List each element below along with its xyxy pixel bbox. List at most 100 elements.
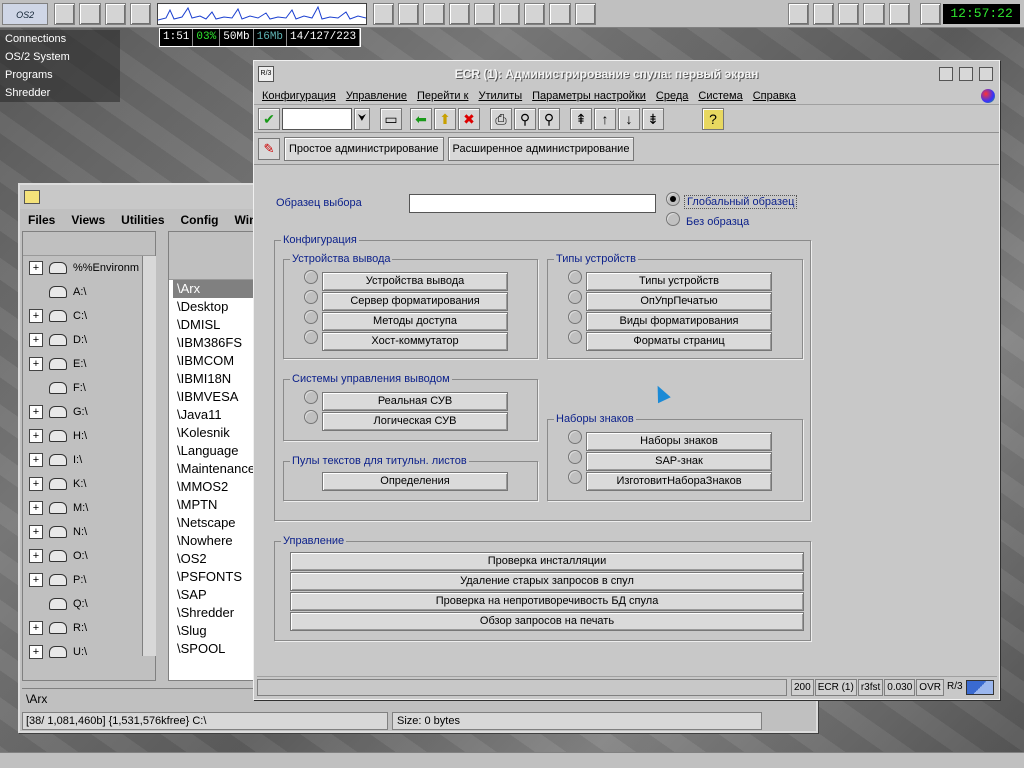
tree-row[interactable]: + C:\ xyxy=(23,304,155,328)
option-radio[interactable] xyxy=(568,310,582,324)
find-icon[interactable]: ⚲ xyxy=(514,107,536,130)
menu-help[interactable]: Справка xyxy=(753,90,796,102)
fm-menu-views[interactable]: Views xyxy=(71,213,105,227)
menu-settings[interactable]: Параметры настройки xyxy=(532,90,646,102)
tray-info-icon[interactable] xyxy=(863,2,885,25)
drives-icon[interactable] xyxy=(398,2,420,25)
option-radio[interactable] xyxy=(568,470,582,484)
tree-row[interactable]: + P:\ xyxy=(23,568,155,592)
tree-row[interactable]: + U:\ xyxy=(23,640,155,664)
tree-row[interactable]: + D:\ xyxy=(23,328,155,352)
edit-pencil-icon[interactable]: ✎ xyxy=(258,137,280,160)
menu-utilities[interactable]: Утилиты xyxy=(478,90,522,102)
help-assistant-icon[interactable] xyxy=(448,2,470,25)
desktop-menu-item[interactable]: Connections xyxy=(0,30,120,48)
output_devices-button[interactable]: Сервер форматирования xyxy=(322,292,508,311)
r3-icon[interactable]: R/3 xyxy=(258,66,274,82)
charsets-button[interactable]: SAP-знак xyxy=(586,452,772,471)
r3-icon[interactable] xyxy=(473,2,496,25)
tree-expand-icon[interactable]: + xyxy=(29,573,43,587)
simple-admin-button[interactable]: Простое администрирование xyxy=(284,136,444,161)
oms-button[interactable]: Реальная СУВ xyxy=(322,392,508,411)
os2-logo[interactable]: OS2 xyxy=(2,2,49,25)
tree-row[interactable]: A:\ xyxy=(23,280,155,304)
tree-expand-icon[interactable]: + xyxy=(29,477,43,491)
output_devices-button[interactable]: Устройства вывода xyxy=(322,272,508,291)
windows-list-icon[interactable] xyxy=(54,2,76,25)
mgmt-button[interactable]: Проверка инсталляции xyxy=(290,552,804,571)
option-radio[interactable] xyxy=(304,330,318,344)
extended-admin-button[interactable]: Расширенное администрирование xyxy=(447,136,635,161)
tree-expand-icon[interactable]: + xyxy=(29,333,43,347)
bottom-scrollbar[interactable] xyxy=(0,752,1024,768)
mgmt-button[interactable]: Проверка на непротиворечивость БД спула xyxy=(290,592,804,611)
status-resize-icon[interactable] xyxy=(965,679,994,695)
exit-icon[interactable]: ⬆ xyxy=(434,107,456,130)
tree-expand-icon[interactable]: + xyxy=(29,309,43,323)
tree-expand-icon[interactable]: + xyxy=(29,453,43,467)
print-icon[interactable]: ⎙ xyxy=(490,107,512,130)
command-dropdown-icon[interactable]: ⮟ xyxy=(354,107,370,130)
tree-expand-icon[interactable]: + xyxy=(29,501,43,515)
tree-row[interactable]: + %%Environm xyxy=(23,256,155,280)
fm-menu-utilities[interactable]: Utilities xyxy=(121,213,164,227)
cancel-x-icon[interactable]: ✖ xyxy=(458,107,480,130)
radio-global-pattern[interactable] xyxy=(666,192,680,206)
tree-row[interactable]: + N:\ xyxy=(23,520,155,544)
tree-scrollbar[interactable] xyxy=(142,256,156,656)
tools-icon[interactable] xyxy=(104,2,126,25)
prev-page-icon[interactable]: ↑ xyxy=(594,107,616,130)
tree-row[interactable]: + R:\ xyxy=(23,616,155,640)
menu-management[interactable]: Управление xyxy=(346,90,407,102)
charsets-button[interactable]: Наборы знаков xyxy=(586,432,772,451)
tray-info2-icon[interactable] xyxy=(919,2,942,25)
tree-expand-icon[interactable]: + xyxy=(29,525,43,539)
option-radio[interactable] xyxy=(568,430,582,444)
desktop-menu-item[interactable]: OS/2 System xyxy=(0,48,120,66)
find-next-icon[interactable]: ⚲ xyxy=(538,107,560,130)
tray-app2-icon[interactable] xyxy=(813,2,835,25)
selection-pattern-input[interactable] xyxy=(409,194,656,213)
radio-no-pattern[interactable] xyxy=(666,212,680,226)
option-radio[interactable] xyxy=(568,270,582,284)
charsets-button[interactable]: ИзготовитНабораЗнаков xyxy=(586,472,772,491)
calculator-icon[interactable] xyxy=(574,2,596,25)
last-page-icon[interactable]: ⇟ xyxy=(642,107,664,130)
output_devices-button[interactable]: Методы доступа xyxy=(322,312,508,331)
tree-row[interactable]: + I:\ xyxy=(23,448,155,472)
tree-expand-icon[interactable]: + xyxy=(29,429,43,443)
tree-row[interactable]: F:\ xyxy=(23,376,155,400)
tree-expand-icon[interactable]: + xyxy=(29,549,43,563)
menu-environment[interactable]: Среда xyxy=(656,90,688,102)
mgmt-button[interactable]: Удаление старых запросов в спул xyxy=(290,572,804,591)
folder-icon[interactable] xyxy=(549,2,571,25)
menu-configuration[interactable]: Конфигурация xyxy=(262,90,336,102)
output_devices-button[interactable]: Хост-коммутатор xyxy=(322,332,508,351)
option-radio[interactable] xyxy=(568,330,582,344)
option-radio[interactable] xyxy=(568,450,582,464)
fm-menu-files[interactable]: Files xyxy=(28,213,55,227)
app-icon[interactable] xyxy=(524,2,546,25)
maximize-button[interactable] xyxy=(979,67,993,81)
minimize-button[interactable] xyxy=(939,67,953,81)
menu-system[interactable]: Система xyxy=(698,90,742,102)
device_types-button[interactable]: Форматы страниц xyxy=(586,332,772,351)
device_types-button[interactable]: Типы устройств xyxy=(586,272,772,291)
tray-help-icon[interactable] xyxy=(888,2,910,25)
first-page-icon[interactable]: ⇞ xyxy=(570,107,592,130)
option-radio[interactable] xyxy=(568,290,582,304)
tree-expand-icon[interactable]: + xyxy=(29,621,43,635)
enter-checkmark-icon[interactable]: ✔ xyxy=(258,107,280,130)
tree-expand-icon[interactable]: + xyxy=(29,645,43,659)
tree-expand-icon[interactable]: + xyxy=(29,261,43,275)
restore-button[interactable] xyxy=(959,67,973,81)
tree-row[interactable]: + G:\ xyxy=(23,400,155,424)
tree-row[interactable]: + H:\ xyxy=(23,424,155,448)
ie-icon[interactable] xyxy=(499,2,521,25)
lock-icon[interactable] xyxy=(79,2,101,25)
tree-row[interactable]: + E:\ xyxy=(23,352,155,376)
fm-menu-config[interactable]: Config xyxy=(181,213,219,227)
tree-expand-icon[interactable]: + xyxy=(29,405,43,419)
device_types-button[interactable]: Виды форматирования xyxy=(586,312,772,331)
tree-row[interactable]: Q:\ xyxy=(23,592,155,616)
